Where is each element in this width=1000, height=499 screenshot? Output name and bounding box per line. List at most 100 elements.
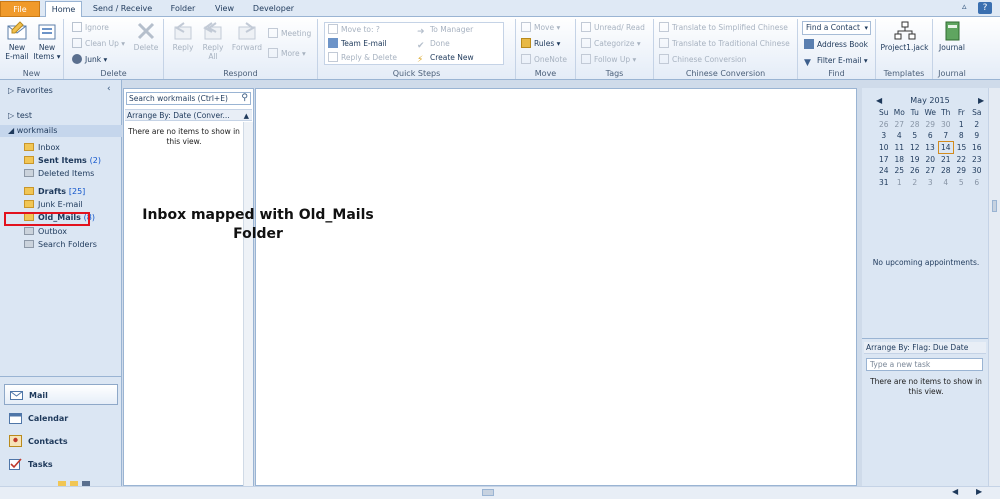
calendar-day[interactable]: 22 xyxy=(954,153,970,165)
qs-team-email[interactable]: Team E-mail xyxy=(328,37,387,50)
minimize-ribbon-icon[interactable]: ▵ xyxy=(962,2,967,12)
rules-button[interactable]: Rules ▾ xyxy=(521,37,560,50)
new-email-button[interactable]: New E-mail xyxy=(4,21,30,61)
unread-read-button[interactable]: Unread/ Read xyxy=(581,21,645,34)
folder-outbox[interactable]: Outbox xyxy=(24,226,67,238)
tab-view[interactable]: View xyxy=(208,1,241,17)
date-navigator[interactable]: Su Mo Tu We Th Fr Sa 26 27 28 29 30 1 2 3 4 5 6 7 8 9 10 11 12… xyxy=(876,107,985,188)
calendar-day[interactable]: 23 xyxy=(969,153,985,165)
calendar-day-other-month[interactable]: 28 xyxy=(907,119,923,131)
account-workmails[interactable]: ◢ workmails xyxy=(0,125,122,137)
folder-deleted-items[interactable]: Deleted Items xyxy=(24,168,94,180)
calendar-day[interactable]: 8 xyxy=(954,130,970,142)
categorize-button[interactable]: Categorize ▾ xyxy=(581,37,641,50)
new-items-button[interactable]: New Items ▾ xyxy=(33,21,61,61)
calendar-day[interactable]: 1 xyxy=(954,119,970,131)
calendar-day[interactable]: 25 xyxy=(892,165,908,177)
onenote-button[interactable]: OneNote xyxy=(521,53,567,66)
calendar-day[interactable]: 17 xyxy=(876,153,892,165)
address-book-button[interactable]: Address Book xyxy=(804,38,868,51)
calendar-day-other-month[interactable]: 26 xyxy=(876,119,892,131)
meeting-button[interactable]: Meeting xyxy=(268,27,311,40)
todo-scrollbar[interactable] xyxy=(988,88,1000,486)
calendar-day[interactable]: 13 xyxy=(923,142,939,154)
calendar-day[interactable]: 27 xyxy=(923,165,939,177)
qs-reply-delete[interactable]: Reply & Delete xyxy=(328,51,397,64)
tab-send-receive[interactable]: Send / Receive xyxy=(86,1,159,17)
folder-inbox[interactable]: Inbox xyxy=(24,142,60,154)
calendar-day[interactable]: 2 xyxy=(969,119,985,131)
calendar-day-other-month[interactable]: 1 xyxy=(892,177,908,189)
qs-done[interactable]: ✔ Done xyxy=(417,37,450,51)
account-test[interactable]: ▷ test xyxy=(0,110,122,122)
calendar-day-other-month[interactable]: 30 xyxy=(938,119,954,131)
folder-search-folders[interactable]: Search Folders xyxy=(24,239,97,251)
nav-button-tasks[interactable]: Tasks xyxy=(4,454,118,475)
clean-up-button[interactable]: Clean Up ▾ xyxy=(72,37,125,50)
folder-junk-email[interactable]: Junk E-mail xyxy=(24,199,83,211)
find-contact-combo[interactable]: Find a Contact ▾ xyxy=(802,21,871,35)
forward-button[interactable]: Forward xyxy=(230,21,264,52)
qs-move-to[interactable]: Move to: ? xyxy=(328,23,380,36)
nav-button-calendar[interactable]: Calendar xyxy=(4,408,118,429)
calendar-day[interactable]: 18 xyxy=(892,153,908,165)
horizontal-scrollbar[interactable]: ◀ ▶ xyxy=(0,486,1000,499)
calendar-day[interactable]: 10 xyxy=(876,142,892,154)
calendar-day[interactable]: 16 xyxy=(969,142,985,154)
tab-developer[interactable]: Developer xyxy=(246,1,301,17)
scroll-thumb[interactable] xyxy=(992,200,997,212)
calendar-day[interactable]: 28 xyxy=(938,165,954,177)
new-task-input[interactable]: Type a new task xyxy=(866,358,983,371)
calendar-day[interactable]: 20 xyxy=(923,153,939,165)
qs-to-manager[interactable]: ➜ To Manager xyxy=(417,23,473,37)
calendar-day[interactable]: 19 xyxy=(907,153,923,165)
calendar-day[interactable]: 4 xyxy=(892,130,908,142)
calendar-day[interactable]: 24 xyxy=(876,165,892,177)
calendar-day[interactable]: 31 xyxy=(876,177,892,189)
to-traditional-button[interactable]: Translate to Traditional Chinese xyxy=(659,37,790,50)
calendar-day[interactable]: 21 xyxy=(938,153,954,165)
tab-file[interactable]: File xyxy=(0,1,40,17)
calendar-day-other-month[interactable]: 2 xyxy=(907,177,923,189)
sort-arrow-icon[interactable]: ▲ xyxy=(244,110,249,122)
tab-home[interactable]: Home xyxy=(45,1,82,18)
calendar-day[interactable]: 9 xyxy=(969,130,985,142)
reply-button[interactable]: Reply xyxy=(168,21,198,52)
calendar-day-other-month[interactable]: 4 xyxy=(938,177,954,189)
folder-sent-items[interactable]: Sent Items (2) xyxy=(24,155,101,167)
list-scrollbar[interactable] xyxy=(243,122,253,486)
nav-button-mail[interactable]: Mail xyxy=(4,384,118,405)
calendar-day-other-month[interactable]: 6 xyxy=(969,177,985,189)
nav-splitter[interactable] xyxy=(0,376,122,380)
nav-button-contacts[interactable]: Contacts xyxy=(4,431,118,452)
calendar-day-other-month[interactable]: 5 xyxy=(954,177,970,189)
todo-splitter[interactable] xyxy=(862,338,988,339)
scroll-left-icon[interactable]: ◀ xyxy=(952,487,958,496)
calendar-day[interactable]: 29 xyxy=(954,165,970,177)
qs-create-new[interactable]: ⚡ Create New xyxy=(417,51,474,65)
calendar-day[interactable]: 12 xyxy=(907,142,923,154)
more-respond-button[interactable]: More ▾ xyxy=(268,47,306,60)
collapse-pane-icon[interactable]: ‹ xyxy=(107,84,111,94)
help-icon[interactable]: ? xyxy=(978,2,992,14)
folder-drafts[interactable]: Drafts [25] xyxy=(24,186,85,198)
favorites-header[interactable]: ▷ Favorites xyxy=(0,85,122,97)
calendar-day[interactable]: 30 xyxy=(969,165,985,177)
search-input[interactable]: Search workmails (Ctrl+E) ⚲ xyxy=(126,92,251,105)
next-month-icon[interactable]: ▶ xyxy=(978,96,984,105)
arrange-by-header[interactable]: Arrange By: Date (Conver... ▲ xyxy=(125,109,252,121)
tab-folder[interactable]: Folder xyxy=(163,1,203,17)
calendar-day[interactable]: 26 xyxy=(907,165,923,177)
to-simplified-button[interactable]: Translate to Simplified Chinese xyxy=(659,21,788,34)
search-icon[interactable]: ⚲ xyxy=(241,93,248,104)
project-template-button[interactable]: Project1.jack xyxy=(879,21,930,52)
journal-button[interactable]: Journal xyxy=(936,21,968,52)
filter-email-button[interactable]: ▼ Filter E-mail ▾ xyxy=(804,54,868,68)
calendar-day[interactable]: 11 xyxy=(892,142,908,154)
follow-up-button[interactable]: Follow Up ▾ xyxy=(581,53,636,66)
calendar-day-other-month[interactable]: 3 xyxy=(923,177,939,189)
move-button[interactable]: Move ▾ xyxy=(521,21,560,34)
delete-button[interactable]: Delete xyxy=(132,21,160,52)
calendar-day[interactable]: 6 xyxy=(923,130,939,142)
calendar-day[interactable]: 7 xyxy=(938,130,954,142)
